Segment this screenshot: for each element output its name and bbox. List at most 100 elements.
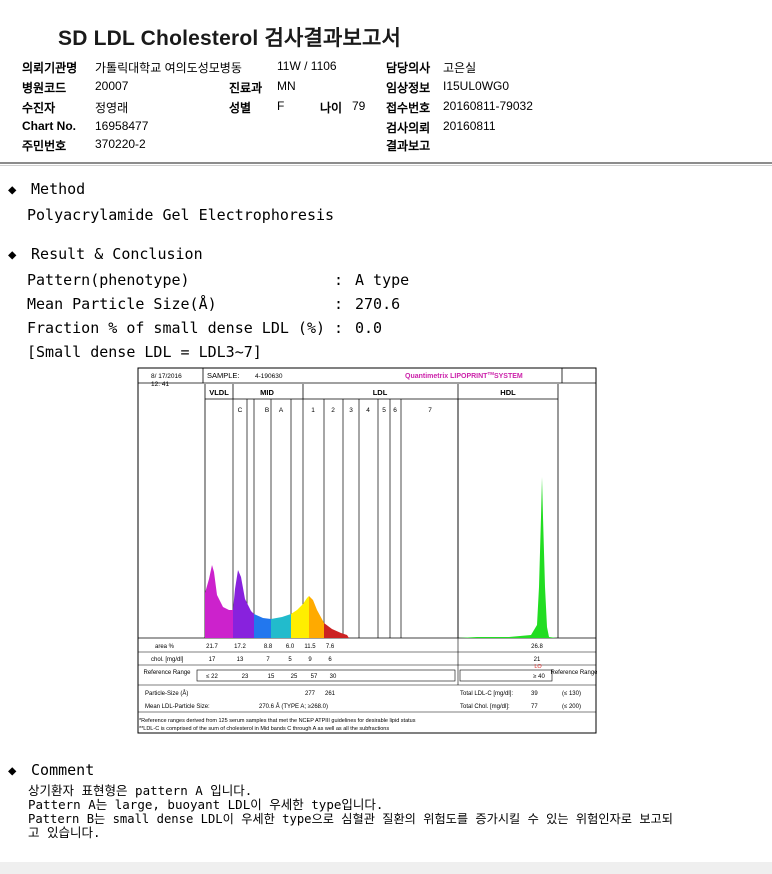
group-label-mid: MID	[260, 388, 274, 397]
institution-value: 가톨릭대학교 여의도성모병동	[95, 61, 242, 75]
row-label-mean: Mean LDL-Particle Size:	[145, 704, 210, 710]
group-label-ldl: LDL	[373, 388, 388, 397]
chol-value: 13	[237, 657, 244, 663]
comment-line: Pattern B는 small dense LDL이 우세한 type으로 심…	[28, 812, 673, 826]
receipt-label: 접수번호	[386, 101, 431, 115]
report-title: SD LDL Cholesterol 검사결과보고서	[58, 27, 402, 50]
method-heading: ◆ Method	[8, 180, 85, 198]
age-value: 79	[352, 99, 366, 113]
id-value: 370220-2	[95, 137, 146, 151]
hdl-ref-label: Reference Range	[550, 670, 597, 676]
band-label: 5	[382, 407, 386, 414]
sex-value: F	[277, 99, 285, 113]
particle-size-value: 277	[305, 691, 316, 697]
hdl-reference-value: ≥ 40	[533, 674, 545, 680]
area-value: 8.8	[264, 644, 273, 650]
institution-label: 의뢰기관명	[22, 61, 78, 75]
result-heading: ◆ Result & Conclusion	[8, 245, 203, 263]
result-row-colon: :	[334, 319, 344, 337]
row-label-ref: Reference Range	[143, 670, 191, 676]
area-value: 21.7	[206, 644, 218, 650]
patient-label: 수진자	[22, 101, 56, 115]
hdl-chol-value: 21	[534, 657, 541, 663]
band-label: 6	[393, 407, 397, 414]
sample-id: 4-190630	[255, 373, 283, 380]
result-row-value: 0.0	[355, 319, 383, 337]
reference-value: 57	[311, 674, 318, 680]
total-ldl-value: 39	[531, 691, 538, 697]
result-row-label: Pattern(phenotype)	[27, 271, 190, 289]
age-label: 나이	[320, 101, 343, 115]
doctor-value: 고은실	[443, 61, 477, 75]
area-value: 6.0	[286, 644, 295, 650]
diamond-bullet-icon: ◆	[8, 763, 17, 779]
method-heading-text: Method	[31, 180, 86, 198]
result-row-colon: :	[334, 295, 344, 313]
area-value: 17.2	[234, 644, 246, 650]
diamond-bullet-icon: ◆	[8, 182, 17, 198]
doctor-label: 담당의사	[386, 61, 431, 75]
lipoprint-chart: 8/ 17/2016 12: 41 SAMPLE: 4-190630 Quant…	[137, 367, 598, 737]
comment-line: 상기환자 표현형은 pattern A 입니다.	[28, 783, 253, 798]
header-divider	[0, 162, 772, 164]
chart-no-value: 16958477	[95, 119, 149, 133]
footnote-2: **LDL-C is comprised of the sum of chole…	[139, 726, 389, 732]
chol-value: 17	[209, 657, 216, 663]
total-chol-label: Total Chol. [mg/dl]:	[460, 704, 510, 710]
result-row-value: A type	[355, 271, 410, 289]
footnote-1: *Reference ranges derived from 125 serum…	[139, 718, 416, 724]
clinical-value: I15UL0WG0	[443, 79, 510, 93]
header-divider-shadow	[0, 165, 772, 166]
row-label-chol: chol. [mg/dl]	[151, 657, 184, 663]
hdl-flag: LO	[534, 664, 542, 670]
hospital-code-label: 병원코드	[22, 81, 67, 95]
area-value: 11.5	[304, 644, 316, 650]
receipt-value: 20160811-79032	[443, 99, 533, 113]
result-heading-text: Result & Conclusion	[31, 245, 203, 263]
row-label-area: area %	[155, 644, 175, 650]
result-row-colon: :	[334, 271, 344, 289]
system-name: Quantimetrix LIPOPRINTTMSYSTEM	[405, 371, 523, 380]
comment-heading: ◆ Comment	[8, 761, 94, 779]
request-label: 검사의뢰	[386, 121, 431, 135]
sex-label: 성별	[229, 101, 252, 115]
result-row-label: Fraction % of small dense LDL (%)	[27, 319, 326, 337]
band-label: 3	[349, 407, 353, 414]
clinical-label: 임상정보	[386, 81, 431, 95]
row-label-ref-text: Reference Range	[143, 670, 191, 676]
total-chol-ref: (≤ 200)	[562, 704, 581, 710]
patient-value: 정영래	[95, 101, 129, 115]
dept-label: 진료과	[229, 81, 263, 95]
system-name-main: Quantimetrix LIPOPRINT	[405, 373, 488, 380]
mean-size-value: 270.6 Å (TYPE A; ≥268.0)	[259, 703, 328, 710]
band-label: A	[279, 407, 284, 414]
id-label: 주민번호	[22, 139, 67, 153]
comment-line: Pattern A는 large, buoyant LDL이 우세한 type입…	[28, 797, 384, 812]
request-value: 20160811	[443, 119, 496, 133]
reference-value: 15	[268, 674, 275, 680]
chart-date: 8/ 17/2016	[151, 373, 182, 380]
row-label-size: Particle-Size (Å)	[145, 690, 188, 697]
total-chol-value: 77	[531, 704, 538, 710]
band-label: 7	[428, 407, 432, 414]
comment-line: 고 있습니다.	[28, 825, 101, 840]
method-text: Polyacrylamide Gel Electrophoresis	[27, 206, 335, 224]
ward-value: 11W / 1106	[277, 59, 337, 73]
reference-value: 30	[330, 674, 337, 680]
result-row-value: 270.6	[355, 295, 401, 313]
diamond-bullet-icon: ◆	[8, 247, 17, 263]
band-label: B	[265, 407, 269, 414]
report-label: 결과보고	[386, 139, 431, 153]
total-ldl-ref: (≤ 130)	[562, 691, 581, 697]
hospital-code-value: 20007	[95, 79, 129, 93]
chart-time: 12: 41	[151, 381, 169, 388]
group-label-hdl: HDL	[500, 388, 516, 397]
system-suffix: SYSTEM	[494, 373, 523, 380]
dept-value: MN	[277, 79, 296, 93]
reference-value: 25	[291, 674, 298, 680]
sample-label: SAMPLE:	[207, 371, 240, 380]
total-ldl-label: Total LDL-C [mg/dl]:	[460, 691, 513, 697]
sdldl-note: [Small dense LDL = LDL3~7]	[27, 343, 262, 361]
particle-size-value: 261	[325, 691, 336, 697]
result-row-label: Mean Particle Size(Å)	[27, 295, 217, 313]
